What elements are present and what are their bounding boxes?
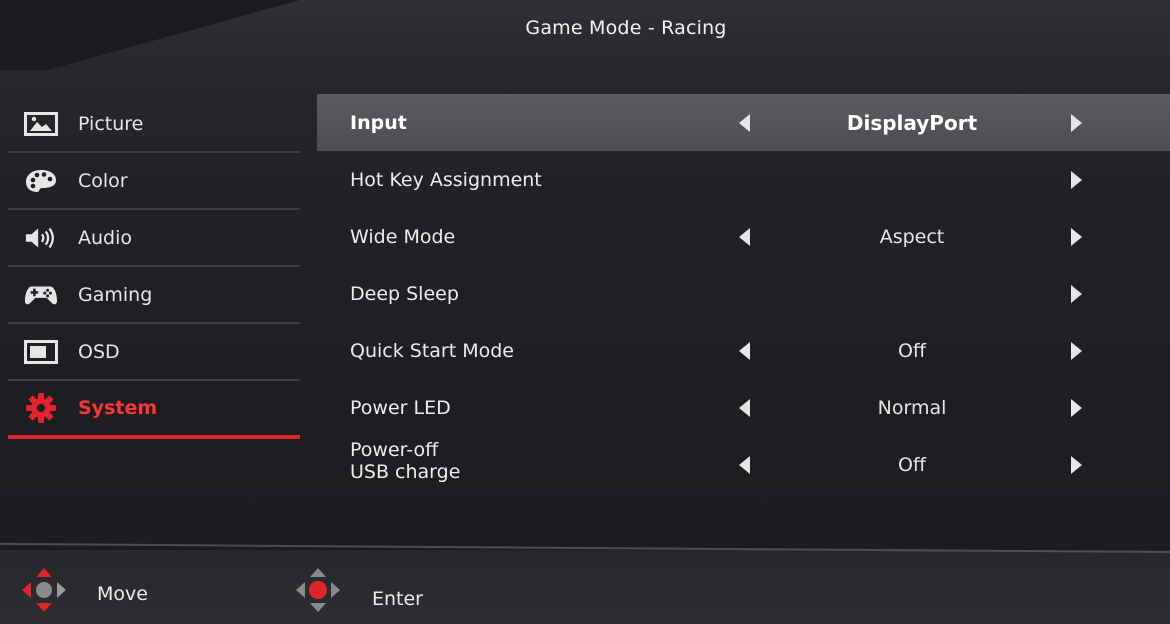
osd-screen: Game Mode - Racing Picture Color Audio G… (0, 0, 1170, 624)
footer-move-label: Move (97, 583, 148, 605)
setting-label: Deep Sleep (350, 282, 459, 305)
setting-label: Wide Mode (350, 225, 456, 248)
gamepad-icon (24, 282, 58, 308)
sidebar-item-label: Picture (78, 112, 144, 135)
setting-label: Power LED (350, 396, 451, 419)
arrow-left-icon[interactable] (739, 341, 750, 360)
arrow-left-icon[interactable] (739, 227, 750, 246)
sidebar-item-gaming[interactable]: Gaming (8, 267, 300, 324)
footer-bar (0, 550, 1170, 624)
setting-row-input[interactable]: Input DisplayPort (317, 94, 1170, 151)
dpad-enter-icon (294, 566, 342, 614)
footer-enter-label: Enter (372, 588, 423, 610)
setting-row-power-led[interactable]: Power LED Normal (317, 379, 1170, 436)
sidebar-item-picture[interactable]: Picture (8, 96, 300, 153)
arrow-right-icon[interactable] (1071, 113, 1082, 132)
sidebar-item-label: Gaming (78, 283, 153, 306)
arrow-left-icon[interactable] (739, 398, 750, 417)
setting-label: Quick Start Mode (350, 339, 514, 362)
speaker-icon (24, 225, 58, 251)
sidebar-item-label: Color (78, 169, 128, 192)
setting-label: Power-off USB charge (350, 439, 460, 483)
arrow-right-icon[interactable] (1071, 227, 1082, 246)
sidebar-menu: Picture Color Audio Gaming OSD System (8, 96, 300, 439)
setting-label-line1: Power-off (350, 439, 439, 461)
dpad-move-icon (20, 566, 68, 614)
palette-icon (24, 168, 58, 194)
arrow-right-icon[interactable] (1071, 284, 1082, 303)
sidebar-item-osd[interactable]: OSD (8, 324, 300, 381)
setting-row-power-off-usb-charge[interactable]: Power-off USB charge Off (317, 436, 1170, 493)
arrow-right-icon[interactable] (1071, 455, 1082, 474)
sidebar-item-audio[interactable]: Audio (8, 210, 300, 267)
setting-row-wide-mode[interactable]: Wide Mode Aspect (317, 208, 1170, 265)
setting-row-quick-start-mode[interactable]: Quick Start Mode Off (317, 322, 1170, 379)
setting-label: Input (350, 111, 407, 134)
gear-icon (24, 393, 58, 423)
picture-icon (24, 111, 58, 137)
osd-window-icon (24, 339, 58, 365)
setting-value: DisplayPort (846, 110, 978, 135)
arrow-right-icon[interactable] (1071, 170, 1082, 189)
sidebar-item-label: OSD (78, 340, 120, 363)
arrow-left-icon[interactable] (739, 455, 750, 474)
setting-value: Off (897, 339, 927, 362)
settings-list: Input DisplayPort Hot Key Assignment Wid… (317, 94, 1170, 493)
sidebar-item-system[interactable]: System (8, 381, 300, 439)
setting-label: Hot Key Assignment (350, 168, 542, 191)
setting-value: Normal (877, 396, 947, 419)
arrow-right-icon[interactable] (1071, 398, 1082, 417)
setting-row-deep-sleep[interactable]: Deep Sleep (317, 265, 1170, 322)
arrow-left-icon[interactable] (739, 113, 750, 132)
osd-title: Game Mode - Racing (525, 17, 727, 39)
setting-row-hot-key-assignment[interactable]: Hot Key Assignment (317, 151, 1170, 208)
sidebar-item-label: System (78, 397, 158, 419)
setting-value: Aspect (879, 225, 945, 248)
arrow-right-icon[interactable] (1071, 341, 1082, 360)
setting-label-line2: USB charge (350, 461, 461, 483)
sidebar-item-label: Audio (78, 226, 133, 249)
setting-value: Off (897, 453, 927, 476)
sidebar-item-color[interactable]: Color (8, 153, 300, 210)
